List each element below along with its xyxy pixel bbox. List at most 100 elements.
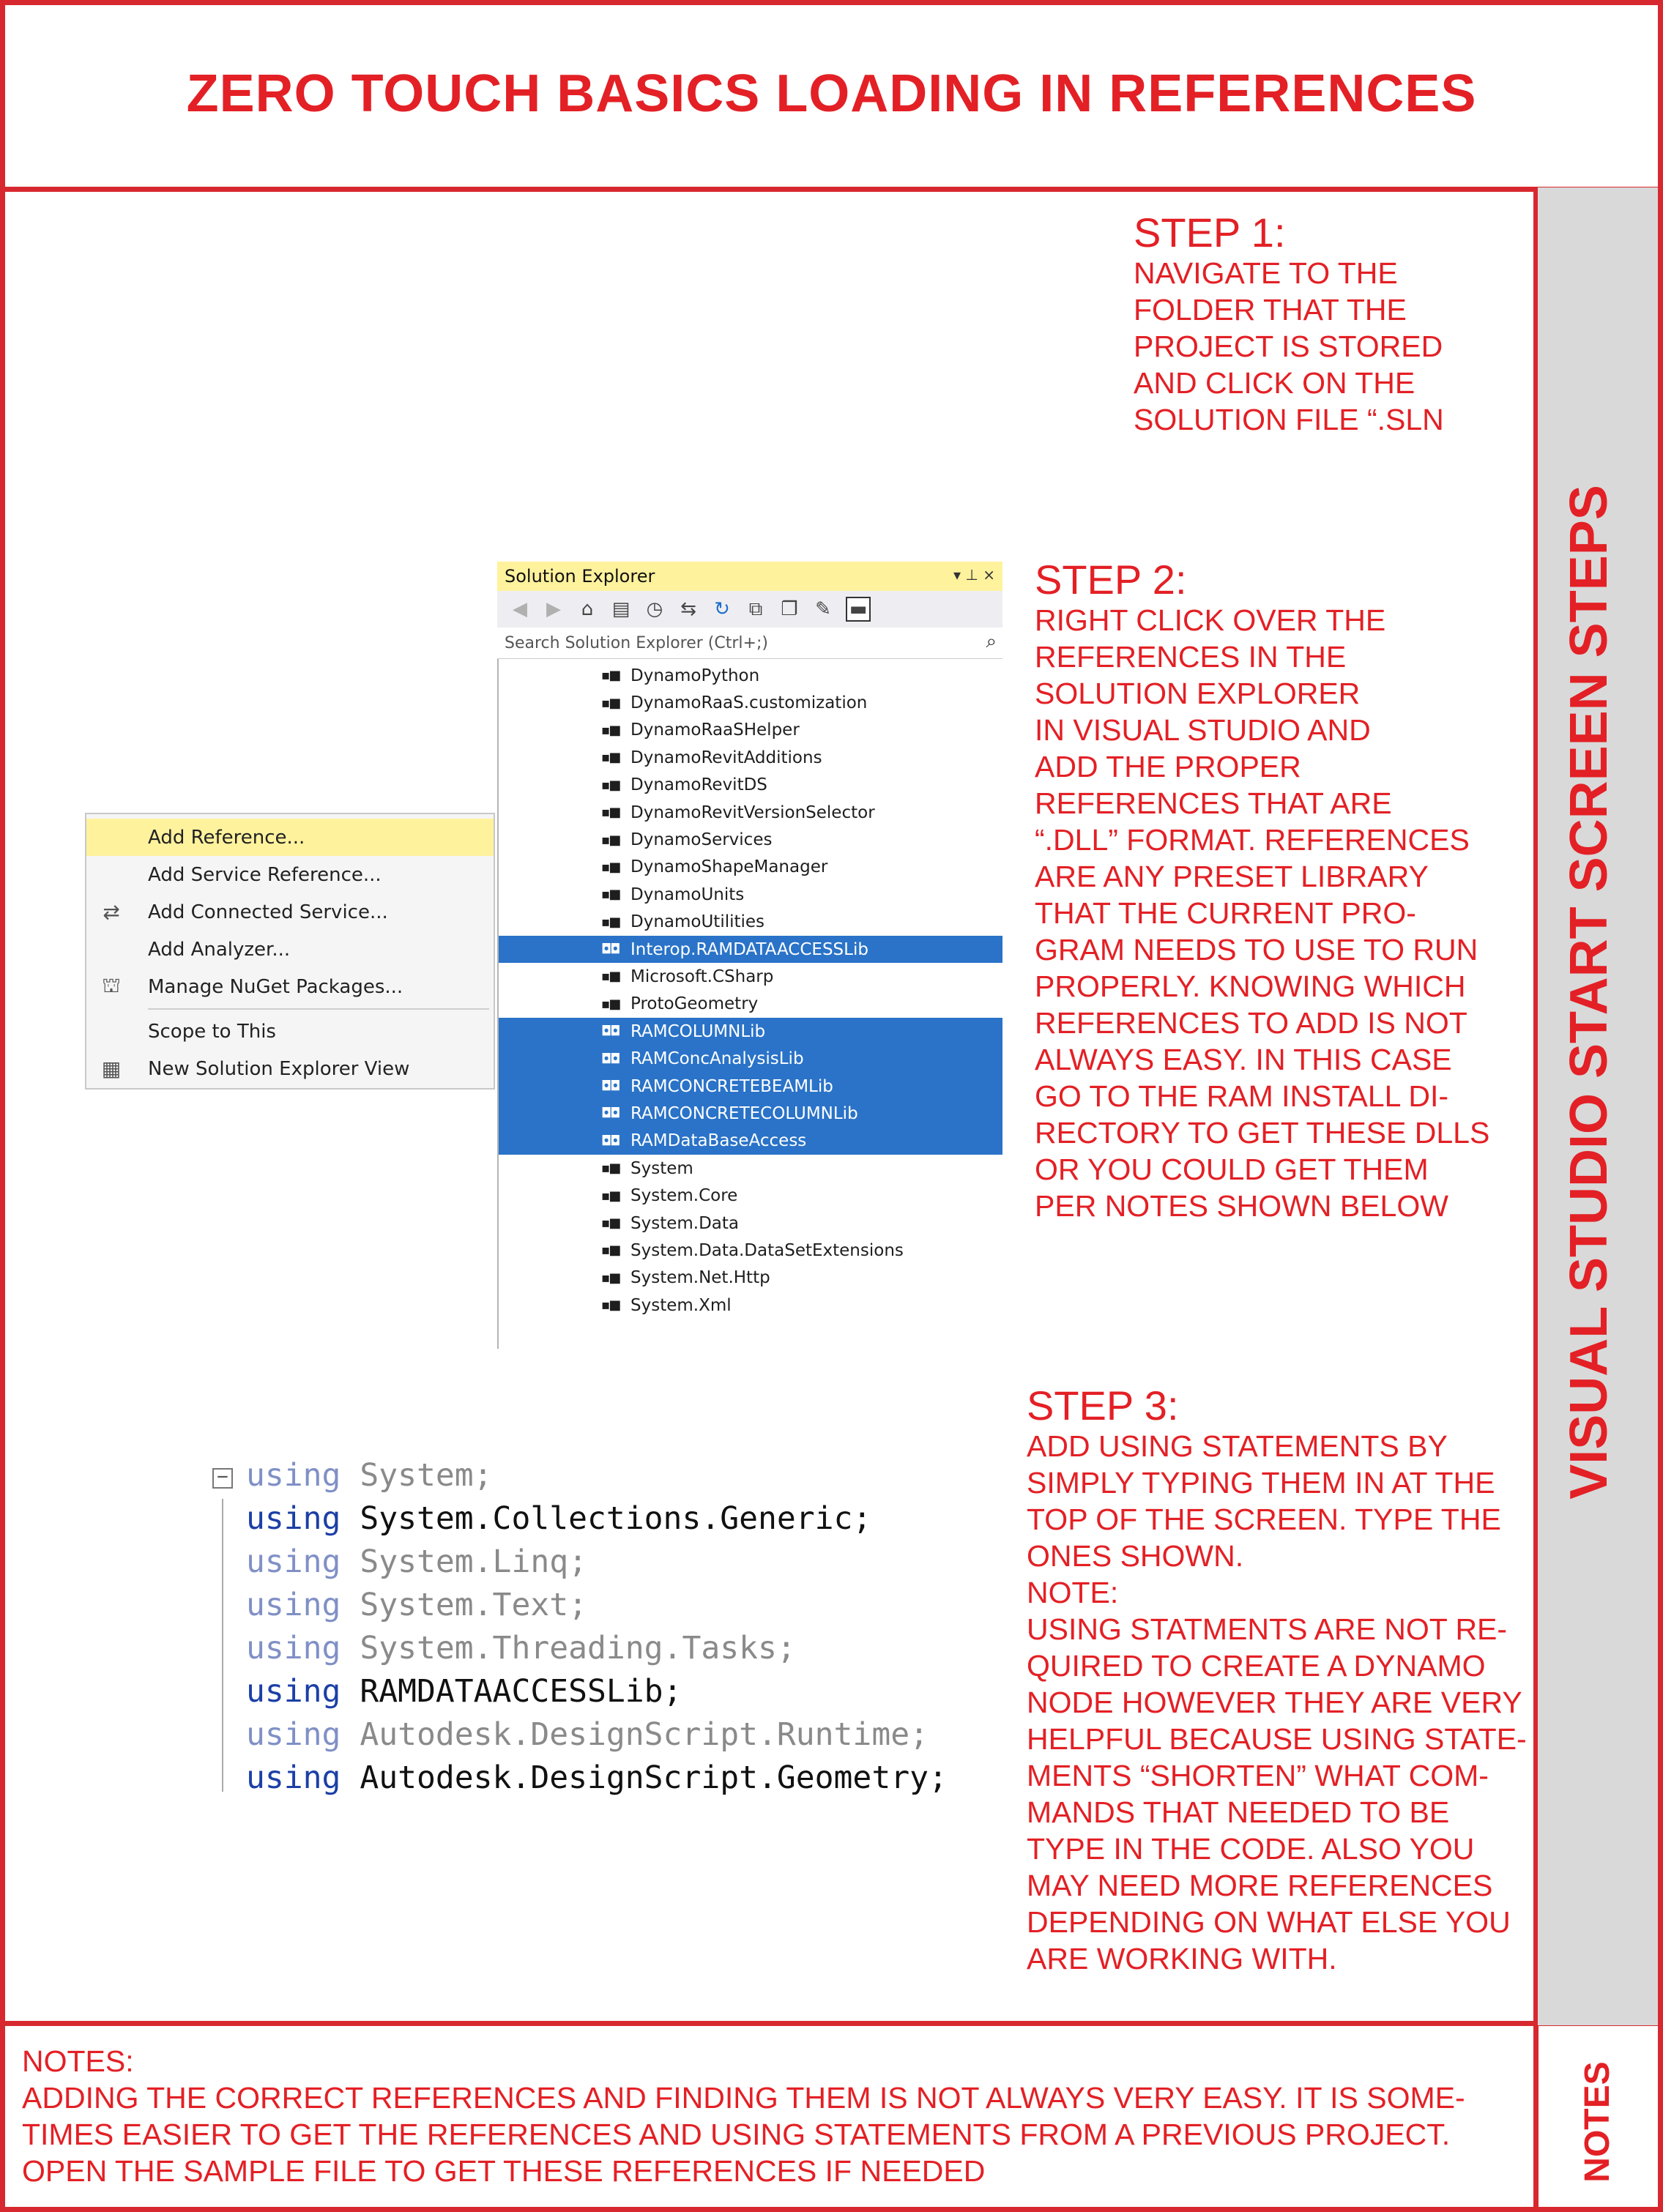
text-line: ARE ANY PRESET LIBRARY (1035, 860, 1429, 893)
properties-icon[interactable]: ✎ (812, 598, 834, 620)
context-menu-item[interactable]: Add Reference... (86, 819, 494, 856)
text-line: MANDS THAT NEEDED TO BE (1027, 1795, 1450, 1829)
collapse-toggle-icon[interactable]: − (212, 1467, 233, 1489)
reference-icon: ▪■ (601, 969, 621, 985)
reference-item[interactable]: ▪■ DynamoServices (499, 826, 1002, 853)
code-line[interactable]: using System.Text; (212, 1583, 948, 1626)
reference-item[interactable]: ▪■ ProtoGeometry (499, 991, 1002, 1018)
reference-label: Microsoft.CSharp (630, 967, 774, 986)
code-line[interactable]: using Autodesk.DesignScript.Geometry; (212, 1756, 948, 1799)
text-line: IN VISUAL STUDIO AND (1035, 713, 1371, 747)
window-controls: ▾ ⊥ × (953, 566, 995, 584)
reference-label: DynamoShapeManager (630, 857, 828, 877)
reference-icon: ◘◘ (601, 1051, 620, 1067)
reference-label: RAMCOLUMNLib (630, 1021, 766, 1041)
text-line: TYPE IN THE CODE. ALSO YOU (1027, 1832, 1475, 1866)
reference-icon: ◘◘ (601, 1024, 620, 1040)
code-line[interactable]: using System.Linq; (212, 1540, 948, 1583)
reference-item[interactable]: ▪■ System.Xml (499, 1292, 1002, 1319)
reference-icon: ▪■ (601, 914, 621, 930)
reference-icon: ▪■ (601, 1243, 621, 1259)
code-namespace: System.Text; (341, 1586, 587, 1623)
search-icon[interactable]: ⌕ (986, 630, 997, 653)
text-line: SIMPLY TYPING THEM IN AT THE (1027, 1466, 1495, 1500)
reference-item[interactable]: ◘◘ RAMCONCRETECOLUMNLib (499, 1100, 1002, 1128)
pending-changes-icon[interactable]: ◷ (644, 598, 666, 620)
search-input[interactable]: Search Solution Explorer (Ctrl+;) (505, 634, 768, 652)
reference-item[interactable]: ▪■ DynamoPython (499, 662, 1002, 689)
connected-service-icon: ⇄ (103, 900, 120, 924)
reference-item[interactable]: ▪■ System.Data (499, 1210, 1002, 1237)
reference-item[interactable]: ▪■ DynamoRevitVersionSelector (499, 799, 1002, 826)
reference-label: DynamoRevitVersionSelector (630, 802, 875, 822)
reference-item[interactable]: ▪■ System.Data.DataSetExtensions (499, 1237, 1002, 1264)
reference-icon: ◘◘ (601, 942, 620, 958)
preview-icon[interactable]: ▬ (846, 597, 871, 622)
reference-label: DynamoRaaS.customization (630, 693, 868, 713)
switch-views-icon[interactable]: ▤ (610, 598, 632, 620)
reference-item[interactable]: ▪■ Microsoft.CSharp (499, 963, 1002, 990)
text-line: GRAM NEEDS TO USE TO RUN (1035, 933, 1478, 967)
code-line[interactable]: using RAMDATAACCESSLib; (212, 1669, 948, 1713)
reference-label: ProtoGeometry (630, 994, 759, 1014)
collapse-all-icon[interactable]: ⧉ (745, 598, 767, 621)
sync-icon[interactable]: ⇆ (677, 598, 699, 620)
context-menu-item[interactable]: ⇄ Add Connected Service... (86, 893, 494, 931)
text-line: PROJECT IS STORED (1134, 329, 1443, 363)
reference-item[interactable]: ◘◘ RAMCOLUMNLib (499, 1018, 1002, 1046)
reference-label: System.Data.DataSetExtensions (630, 1240, 904, 1260)
reference-icon: ▪■ (601, 805, 621, 821)
outline-guide (222, 1499, 223, 1792)
step3-lines: ADD USING STATEMENTS BY SIMPLY TYPING THE… (1027, 1428, 1527, 1977)
pin-icon[interactable]: ⊥ (965, 566, 978, 584)
text-line: REFERENCES TO ADD IS NOT (1035, 1006, 1467, 1040)
text-line: “.DLL” FORMAT. REFERENCES (1035, 823, 1470, 857)
reference-label: DynamoRevitDS (630, 775, 767, 795)
sidebar-label: VISUAL STUDIO START SCREEN STEPS (1560, 485, 1618, 1500)
back-icon[interactable]: ◀ (509, 598, 531, 620)
reference-item[interactable]: ◘◘ RAMConcAnalysisLib (499, 1045, 1002, 1073)
dropdown-icon[interactable]: ▾ (953, 566, 961, 584)
context-menu-item[interactable]: Add Service Reference... (86, 856, 494, 893)
code-keyword: using (246, 1456, 341, 1494)
code-line[interactable]: using System.Collections.Generic; (212, 1497, 948, 1540)
reference-item[interactable]: ▪■ System.Net.Http (499, 1265, 1002, 1292)
reference-label: System.Xml (630, 1295, 732, 1315)
reference-icon: ▪■ (601, 996, 621, 1012)
reference-item[interactable]: ▪■ DynamoUnits (499, 881, 1002, 908)
reference-item[interactable]: ▪■ DynamoShapeManager (499, 854, 1002, 881)
context-menu-item[interactable]: Scope to This (86, 1013, 494, 1050)
code-line[interactable]: using System.Threading.Tasks; (212, 1626, 948, 1669)
text-line: THAT THE CURRENT PRO- (1035, 896, 1416, 930)
context-menu-label: Add Connected Service... (148, 901, 388, 923)
text-line: ALWAYS EASY. IN THIS CASE (1035, 1043, 1452, 1076)
refresh-icon[interactable]: ↻ (711, 598, 733, 620)
reference-item[interactable]: ▪■ DynamoUtilities (499, 909, 1002, 936)
reference-icon: ▪■ (601, 695, 621, 711)
show-all-files-icon[interactable]: ❐ (778, 598, 800, 620)
context-menu-item[interactable]: ▦ New Solution Explorer View (86, 1050, 494, 1087)
context-menu-item[interactable]: ⛫ Manage NuGet Packages... (86, 968, 494, 1005)
forward-icon[interactable]: ▶ (543, 598, 565, 620)
reference-item[interactable]: ▪■ DynamoRaaSHelper (499, 717, 1002, 744)
context-menu-item[interactable]: Add Analyzer... (86, 931, 494, 968)
text-line: SOLUTION EXPLORER (1035, 677, 1361, 710)
code-keyword: using (246, 1672, 341, 1710)
solution-explorer-search[interactable]: Search Solution Explorer (Ctrl+;) ⌕ (497, 628, 1002, 659)
reference-label: DynamoUtilities (630, 912, 765, 932)
code-line[interactable]: using System; (212, 1453, 948, 1497)
reference-item[interactable]: ◘◘ Interop.RAMDATAACCESSLib (499, 935, 1002, 964)
reference-item[interactable]: ▪■ System (499, 1155, 1002, 1182)
text-line: OR YOU COULD GET THEM (1035, 1152, 1429, 1186)
close-icon[interactable]: × (983, 566, 995, 584)
reference-item[interactable]: ▪■ System.Core (499, 1182, 1002, 1209)
code-line[interactable]: using Autodesk.DesignScript.Runtime; (212, 1713, 948, 1756)
reference-item[interactable]: ◘◘ RAMCONCRETEBEAMLib (499, 1072, 1002, 1101)
reference-icon: ▪■ (601, 722, 621, 738)
reference-item[interactable]: ▪■ DynamoRevitAdditions (499, 744, 1002, 771)
notes-block: NOTES: ADDING THE CORRECT REFERENCES AND … (22, 2043, 1465, 2189)
home-icon[interactable]: ⌂ (576, 598, 598, 620)
reference-item[interactable]: ▪■ DynamoRaaS.customization (499, 689, 1002, 716)
reference-item[interactable]: ▪■ DynamoRevitDS (499, 772, 1002, 799)
reference-item[interactable]: ◘◘ RAMDataBaseAccess (499, 1127, 1002, 1155)
